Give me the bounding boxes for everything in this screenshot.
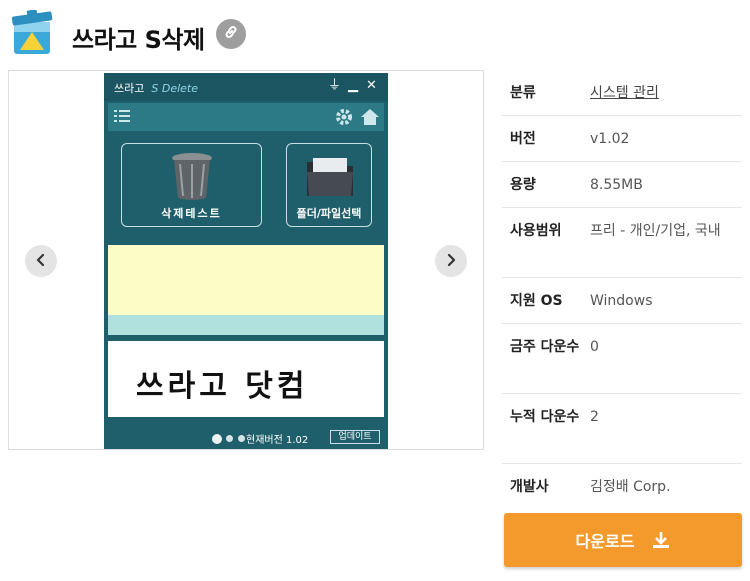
developer-value: 김정배 Corp. bbox=[590, 479, 671, 495]
app-titlebar: 쓰라고 S Delete ⏚ ▁ ✕ bbox=[104, 73, 388, 101]
software-info-table: 분류 시스템 관리 버전 v1.02 용량 8.55MB 사용범위 프리 - 개… bbox=[502, 70, 742, 510]
broom-icon: ⏚ bbox=[328, 78, 342, 93]
info-row-developer: 개발사 김정배 Corp. bbox=[502, 464, 742, 510]
chevron-left-icon bbox=[34, 252, 48, 271]
size-label: 용량 bbox=[510, 177, 536, 193]
delete-test-label: 삭제테스트 bbox=[161, 207, 222, 220]
app-window-title: 쓰라고 S Delete bbox=[114, 82, 198, 95]
folder-icon bbox=[305, 156, 355, 204]
info-row-license: 사용범위 프리 - 개인/기업, 국내 bbox=[502, 208, 742, 278]
weekly-downloads-label: 금주 다운수 bbox=[510, 339, 580, 355]
info-row-weekly-downloads: 금주 다운수 0 bbox=[502, 324, 742, 394]
app-version-text: 현재버전 1.02 bbox=[246, 435, 309, 446]
info-row-size: 용량 8.55MB bbox=[502, 162, 742, 208]
category-link[interactable]: 시스템 관리 bbox=[590, 82, 740, 105]
update-button: 업데이트 bbox=[330, 430, 380, 444]
chevron-right-icon bbox=[444, 252, 458, 271]
app-status-bar: 현재버전 1.02 업데이트 bbox=[104, 427, 388, 449]
next-screenshot-button[interactable] bbox=[435, 245, 467, 277]
trash-can-icon bbox=[166, 150, 218, 206]
screenshot-viewer: 쓰라고 S Delete ⏚ ▁ ✕ 삭제테스트 폴더/파일선택 쓰라고 닷컴 … bbox=[8, 70, 484, 450]
link-icon bbox=[223, 24, 239, 44]
version-label: 버전 bbox=[510, 131, 536, 147]
page-dot bbox=[226, 435, 233, 442]
category-label: 분류 bbox=[510, 85, 536, 101]
drop-area bbox=[108, 245, 384, 315]
download-button[interactable]: 다운로드 bbox=[504, 513, 742, 567]
download-icon bbox=[652, 531, 670, 549]
os-value: Windows bbox=[590, 293, 653, 309]
delete-test-button: 삭제테스트 bbox=[121, 143, 262, 227]
page-dot bbox=[212, 434, 222, 444]
total-downloads-label: 누적 다운수 bbox=[510, 409, 580, 425]
app-logo-icon bbox=[10, 9, 54, 56]
info-row-total-downloads: 누적 다운수 2 bbox=[502, 394, 742, 464]
close-icon: ✕ bbox=[366, 78, 377, 93]
page-header: 쓰라고 S삭제 bbox=[8, 9, 748, 60]
app-toolbar bbox=[108, 103, 384, 131]
license-label: 사용범위 bbox=[510, 223, 562, 239]
license-value: 프리 - 개인/기업, 국내 bbox=[590, 223, 721, 239]
folder-file-label: 폴더/파일선택 bbox=[296, 207, 362, 220]
version-value: v1.02 bbox=[590, 131, 630, 147]
ad-banner: 쓰라고 닷컴 bbox=[108, 341, 384, 417]
os-label: 지원 OS bbox=[510, 293, 563, 309]
progress-strip bbox=[108, 315, 384, 335]
total-downloads-value: 2 bbox=[590, 409, 599, 425]
previous-screenshot-button[interactable] bbox=[25, 245, 57, 277]
folder-file-select-button: 폴더/파일선택 bbox=[286, 143, 372, 227]
page-title: 쓰라고 S삭제 bbox=[72, 26, 205, 54]
copy-link-button[interactable] bbox=[216, 19, 246, 49]
banner-text: 쓰라고 닷컴 bbox=[136, 369, 309, 404]
info-row-category: 분류 시스템 관리 bbox=[502, 70, 742, 116]
minimize-icon: ▁ bbox=[348, 78, 358, 93]
gear-icon bbox=[334, 107, 354, 131]
download-label: 다운로드 bbox=[575, 532, 635, 551]
developer-label: 개발사 bbox=[510, 479, 549, 495]
list-icon bbox=[114, 108, 130, 128]
info-row-version: 버전 v1.02 bbox=[502, 116, 742, 162]
weekly-downloads-value: 0 bbox=[590, 339, 599, 355]
page-dot bbox=[238, 435, 245, 442]
size-value: 8.55MB bbox=[590, 177, 643, 193]
info-row-os: 지원 OS Windows bbox=[502, 278, 742, 324]
home-icon bbox=[360, 107, 380, 131]
app-screenshot: 쓰라고 S Delete ⏚ ▁ ✕ 삭제테스트 폴더/파일선택 쓰라고 닷컴 … bbox=[104, 73, 388, 449]
